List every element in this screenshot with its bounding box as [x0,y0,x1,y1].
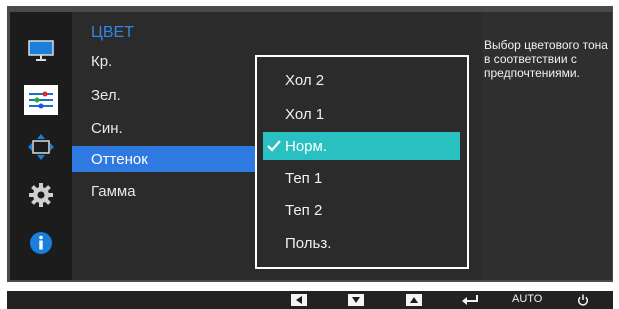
option-label: Теп 2 [285,201,323,219]
option-warm-1[interactable]: Теп 1 [263,164,460,192]
option-cool-2[interactable]: Хол 2 [263,66,460,94]
osd-sidebar [10,12,72,280]
menu-item-green[interactable]: Зел. [72,82,256,108]
auto-button[interactable]: AUTO [512,293,542,305]
option-label: Хол 1 [285,105,325,123]
description-panel: Выбор цветового тона в соответствии с пр… [482,12,612,280]
menu-title: ЦВЕТ [91,24,134,41]
info-icon[interactable] [24,228,58,258]
color-tone-dropdown: Хол 2 Хол 1 Норм. Теп 1 Теп 2 Польз. [255,55,469,269]
down-arrow-icon[interactable] [348,294,364,306]
option-normal[interactable]: Норм. [263,132,460,160]
checkmark-icon [263,140,285,152]
menu-item-red[interactable]: Кр. [72,48,256,74]
gear-icon[interactable] [24,180,58,210]
menu-item-gamma[interactable]: Гамма [72,178,256,204]
menu-item-blue[interactable]: Син. [72,115,256,141]
power-icon[interactable] [576,294,590,306]
size-position-icon[interactable] [24,132,58,162]
menu-item-color-tone[interactable]: Оттенок [72,146,256,172]
control-bar: AUTO [7,291,613,309]
enter-icon[interactable] [459,294,481,306]
left-arrow-icon[interactable] [291,294,307,306]
option-cool-1[interactable]: Хол 1 [263,100,460,128]
color-adjust-icon[interactable] [24,85,58,115]
option-custom[interactable]: Польз. [263,229,460,257]
description-text: Выбор цветового тона в соответствии с пр… [484,38,608,80]
option-label: Норм. [285,137,327,155]
option-warm-2[interactable]: Теп 2 [263,196,460,224]
option-label: Теп 1 [285,169,323,187]
up-arrow-icon[interactable] [406,294,422,306]
option-label: Польз. [285,234,332,252]
picture-icon[interactable] [24,36,58,66]
option-label: Хол 2 [285,71,325,89]
